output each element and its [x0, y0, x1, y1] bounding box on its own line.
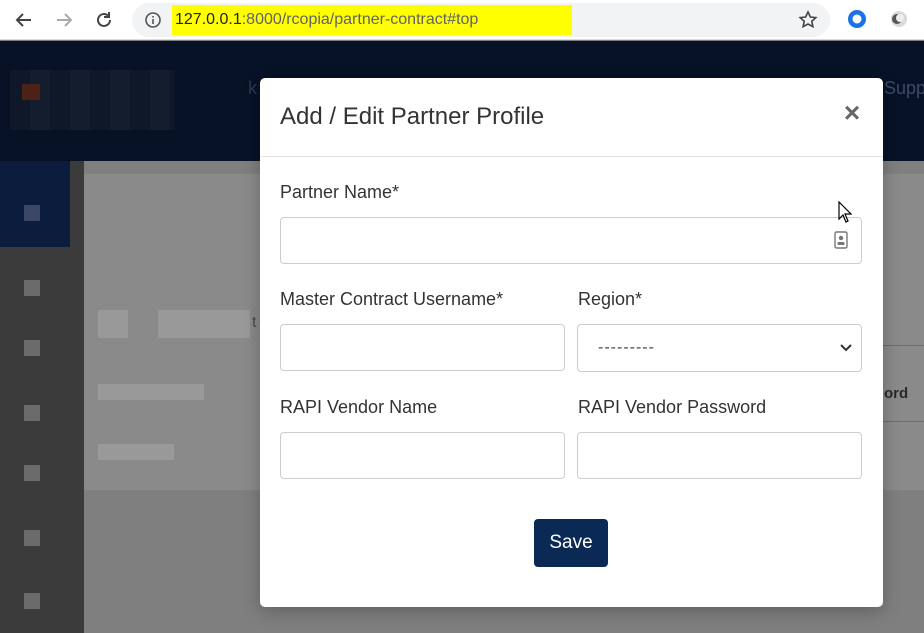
star-icon[interactable]: [798, 10, 818, 30]
chevron-down-icon: [840, 344, 852, 352]
url-path: :8000/rcopia/partner-contract#top: [241, 11, 479, 28]
region-select[interactable]: ---------: [577, 324, 862, 372]
sidebar-icon: [24, 205, 40, 221]
sidebar-icon: [24, 465, 40, 481]
autofill-contact-icon[interactable]: [834, 231, 848, 249]
partner-name-wrapper: [280, 217, 862, 264]
sidebar-active-section: [0, 161, 70, 247]
back-button[interactable]: [10, 6, 38, 34]
forward-button[interactable]: [50, 6, 78, 34]
blurred-content: [98, 310, 128, 338]
rapi-vendor-name-input[interactable]: [280, 432, 565, 479]
blurred-content: [158, 310, 250, 338]
master-contract-username-input[interactable]: [280, 324, 565, 371]
url-host: 127.0.0.1: [175, 11, 242, 28]
blurred-content: [98, 384, 204, 400]
url-text[interactable]: 127.0.0.1:8000/rcopia/partner-contract#t…: [172, 5, 572, 35]
extension-icon[interactable]: [847, 9, 867, 29]
sidebar-icon: [24, 405, 40, 421]
mouse-cursor-icon: [838, 201, 852, 223]
blurred-content: [98, 444, 174, 460]
partner-profile-modal: Add / Edit Partner Profile × Partner Nam…: [260, 78, 883, 607]
address-bar[interactable]: 127.0.0.1:8000/rcopia/partner-contract#t…: [132, 3, 830, 37]
sidebar-icon: [24, 280, 40, 296]
modal-title: Add / Edit Partner Profile: [280, 103, 545, 130]
partner-name-input[interactable]: [280, 217, 862, 264]
rapi-vendor-password-label: RAPI Vendor Password: [578, 397, 767, 417]
sidebar-icon: [24, 593, 40, 609]
save-button[interactable]: Save: [534, 519, 608, 567]
arrow-right-icon: [57, 13, 73, 27]
background-column-header: ord: [884, 385, 909, 402]
rapi-vendor-name-label: RAPI Vendor Name: [280, 397, 438, 417]
header-nav-fragment: k: [248, 78, 257, 98]
reload-button[interactable]: [90, 6, 118, 34]
region-label: Region*: [578, 289, 643, 309]
header-support-link: Supp: [884, 78, 924, 98]
modal-header: Add / Edit Partner Profile ×: [260, 78, 883, 157]
sidebar-icon: [24, 340, 40, 356]
region-selected-value: ---------: [598, 339, 655, 356]
info-icon[interactable]: [144, 11, 162, 29]
profile-extension-icon[interactable]: [889, 9, 909, 29]
table-divider: [883, 421, 924, 422]
close-button[interactable]: ×: [841, 99, 863, 127]
sidebar-icon: [24, 530, 40, 546]
rapi-vendor-password-input[interactable]: [577, 432, 862, 479]
browser-toolbar: 127.0.0.1:8000/rcopia/partner-contract#t…: [0, 0, 924, 40]
arrow-left-icon: [15, 13, 31, 27]
reload-icon: [97, 12, 111, 27]
background-column-fragment: t: [252, 314, 257, 331]
partner-name-label: Partner Name*: [280, 182, 400, 202]
table-divider: [883, 345, 924, 346]
master-contract-username-label: Master Contract Username*: [280, 289, 504, 309]
